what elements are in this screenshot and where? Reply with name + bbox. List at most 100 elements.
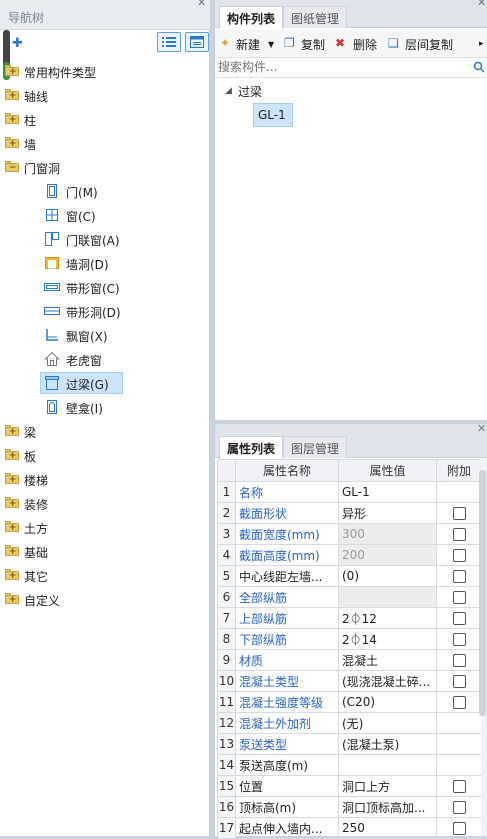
property-value[interactable]: (无) — [338, 712, 437, 734]
property-value[interactable]: (现浇混凝土碎... — [338, 670, 437, 692]
folder-icon[interactable]: + — [5, 113, 19, 125]
property-value[interactable]: 200 — [338, 544, 437, 566]
folder-icon[interactable]: + — [5, 473, 19, 485]
folder-icon[interactable]: + — [5, 449, 19, 461]
folder-icon[interactable]: − — [5, 161, 19, 173]
list-view-button[interactable] — [157, 32, 181, 52]
property-value[interactable]: (混凝土泵) — [338, 733, 437, 755]
extra-checkbox[interactable] — [452, 528, 466, 541]
extra-checkbox[interactable] — [452, 612, 466, 625]
panel-view-button[interactable] — [185, 32, 209, 52]
folder-icon[interactable]: + — [5, 425, 19, 437]
floor-copy-button[interactable]: 层间复制 — [405, 36, 453, 53]
tab-component-list[interactable]: 构件列表 — [219, 6, 284, 29]
property-value[interactable]: 2⏀14 — [338, 628, 437, 650]
tree-child-item[interactable]: 带形窗(C) — [0, 275, 210, 299]
table-row[interactable]: 8 下部纵筋 2⏀14 — [217, 628, 482, 650]
table-row[interactable]: 4 截面高度(mm) 200 — [217, 544, 482, 566]
extra-checkbox[interactable] — [452, 549, 466, 562]
property-value[interactable]: 混凝土 — [338, 649, 437, 671]
tree-child-item[interactable]: 墙洞(D) — [0, 251, 210, 275]
tab-layer-management[interactable]: 图层管理 — [283, 436, 348, 458]
property-value[interactable]: 洞口顶标高加... — [338, 796, 437, 818]
table-row[interactable]: 13 泵送类型 (混凝土泵) — [217, 733, 482, 755]
table-row[interactable]: 16 顶标高(m) 洞口顶标高加... — [217, 796, 482, 818]
tree-folder-item[interactable]: − 门窗洞 — [0, 155, 210, 179]
extra-checkbox[interactable] — [452, 633, 466, 646]
tree-folder-item[interactable]: + 墙 — [0, 131, 210, 155]
tree-child-item[interactable]: 窗(C) — [0, 203, 210, 227]
extra-checkbox[interactable] — [452, 801, 466, 814]
property-value[interactable]: 洞口上方 — [338, 775, 437, 797]
table-row[interactable]: 1 名称 GL-1 — [217, 481, 482, 503]
table-row[interactable]: 11 混凝土强度等级 (C20) — [217, 691, 482, 713]
extra-checkbox[interactable] — [452, 570, 466, 583]
folder-icon[interactable]: + — [5, 593, 19, 605]
tree-folder-item[interactable]: + 轴线 — [0, 83, 210, 107]
group-label[interactable]: 过梁 — [238, 83, 262, 100]
extra-checkbox[interactable] — [452, 507, 466, 520]
table-row[interactable]: 3 截面宽度(mm) 300 — [217, 523, 482, 545]
tree-child-item[interactable]: 飘窗(X) — [0, 323, 210, 347]
extra-checkbox[interactable] — [452, 654, 466, 667]
tree-folder-item[interactable]: + 土方 — [0, 515, 210, 539]
add-icon[interactable]: ✚ — [12, 36, 23, 51]
search-icon[interactable] — [473, 61, 485, 73]
property-value[interactable] — [338, 754, 437, 776]
table-row[interactable]: 9 材质 混凝土 — [217, 649, 482, 671]
tree-folder-item[interactable]: + 装修 — [0, 491, 210, 515]
tab-property-list[interactable]: 属性列表 — [219, 436, 284, 459]
table-row[interactable]: 14 泵送高度(m) — [217, 754, 482, 776]
chevron-down-icon[interactable]: ▼ — [268, 40, 274, 49]
tree-child-item[interactable]: 门(M) — [0, 179, 210, 203]
tab-drawing-management[interactable]: 图纸管理 — [283, 6, 348, 28]
tree-folder-item[interactable]: + 板 — [0, 443, 210, 467]
property-value[interactable]: GL-1 — [338, 481, 437, 503]
search-input[interactable] — [215, 58, 470, 76]
tree-folder-item[interactable]: + 自定义 — [0, 587, 210, 611]
tree-folder-item[interactable]: + 基础 — [0, 539, 210, 563]
new-button[interactable]: 新建 — [236, 36, 260, 53]
table-row[interactable]: 10 混凝土类型 (现浇混凝土碎... — [217, 670, 482, 692]
table-row[interactable]: 15 位置 洞口上方 — [217, 775, 482, 797]
folder-icon[interactable]: + — [5, 569, 19, 581]
folder-icon[interactable]: + — [5, 137, 19, 149]
extra-checkbox[interactable] — [452, 822, 466, 835]
table-row[interactable]: 7 上部纵筋 2⏀12 — [217, 607, 482, 629]
table-row[interactable]: 6 全部纵筋 — [217, 586, 482, 608]
close-icon[interactable]: ✕ — [197, 0, 206, 8]
folder-icon[interactable]: + — [5, 497, 19, 509]
tree-folder-item[interactable]: + 梁 — [0, 419, 210, 443]
extra-checkbox[interactable] — [452, 591, 466, 604]
delete-button[interactable]: 删除 — [353, 36, 377, 53]
property-value[interactable] — [338, 586, 437, 608]
tree-child-item[interactable]: 门联窗(A) — [0, 227, 210, 251]
tree-child-item[interactable]: 老虎窗 — [0, 347, 210, 371]
expand-arrow-icon[interactable]: ◢ — [225, 86, 232, 96]
table-row[interactable]: 17 起点伸入墙内... 250 — [217, 817, 482, 839]
table-row[interactable]: 2 截面形状 异形 — [217, 502, 482, 524]
table-row[interactable]: 12 混凝土外加剂 (无) — [217, 712, 482, 734]
folder-icon[interactable]: + — [5, 545, 19, 557]
folder-icon[interactable]: + — [5, 89, 19, 101]
more-arrow-icon[interactable]: ▸ — [479, 39, 484, 49]
scrollbar-thumb[interactable] — [479, 470, 486, 716]
property-value[interactable]: 异形 — [338, 502, 437, 524]
extra-checkbox[interactable] — [452, 696, 466, 709]
tree-child-item[interactable]: 过梁(G) — [0, 371, 210, 395]
tree-child-item[interactable]: 壁龛(I) — [0, 395, 210, 419]
property-value[interactable]: 300 — [338, 523, 437, 545]
copy-button[interactable]: 复制 — [301, 36, 325, 53]
property-value[interactable]: 250 — [338, 817, 437, 839]
tree-child-item[interactable]: 带形洞(D) — [0, 299, 210, 323]
property-value[interactable]: (0) — [338, 565, 437, 587]
close-icon[interactable]: ✕ — [477, 423, 486, 434]
property-value[interactable]: 2⏀12 — [338, 607, 437, 629]
extra-checkbox[interactable] — [452, 675, 466, 688]
tree-folder-item[interactable]: + 楼梯 — [0, 467, 210, 491]
folder-icon[interactable]: + — [5, 521, 19, 533]
component-item[interactable]: GL-1 — [253, 103, 293, 127]
tree-folder-item[interactable]: + 常用构件类型 — [0, 59, 210, 83]
tree-folder-item[interactable]: + 柱 — [0, 107, 210, 131]
extra-checkbox[interactable] — [452, 780, 466, 793]
